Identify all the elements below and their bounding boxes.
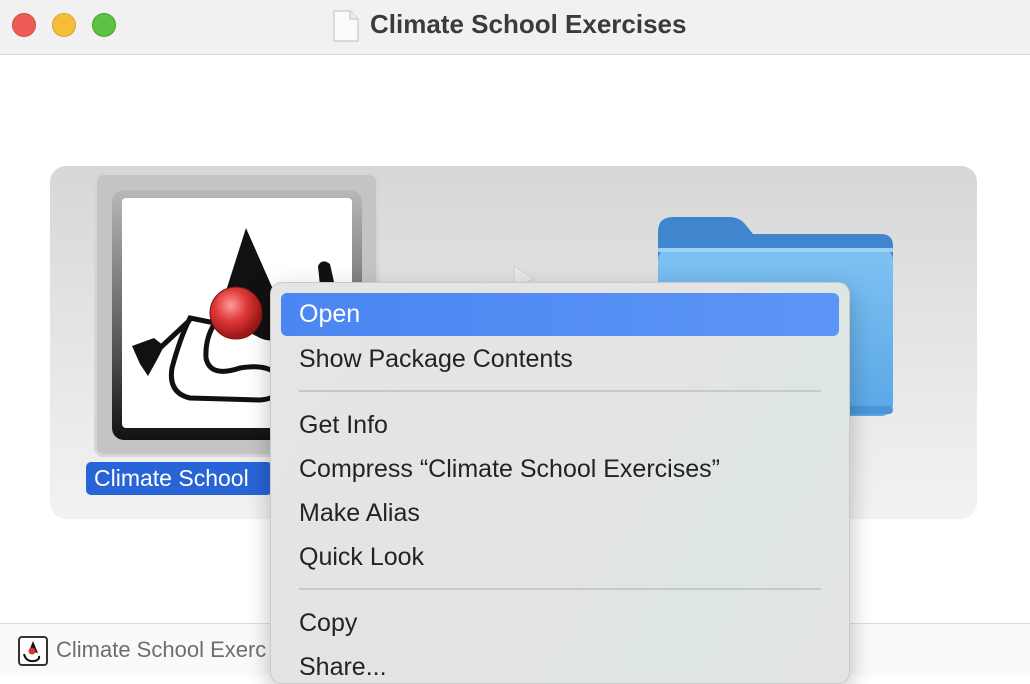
menu-item-open[interactable]: Open [281, 293, 839, 336]
menu-item-make-alias[interactable]: Make Alias [281, 492, 839, 535]
menu-item-compress[interactable]: Compress “Climate School Exercises” [281, 448, 839, 491]
java-duke-small-icon [18, 636, 48, 666]
menu-separator [299, 390, 821, 392]
menu-item-copy[interactable]: Copy [281, 602, 839, 645]
minimize-button[interactable] [52, 13, 76, 37]
status-path-text: Climate School Exerc [56, 637, 267, 662]
menu-item-show-package-contents[interactable]: Show Package Contents [281, 338, 839, 381]
menu-item-share[interactable]: Share... [281, 646, 839, 683]
menu-item-quick-look[interactable]: Quick Look [281, 536, 839, 579]
title-bar: Climate School Exercises [0, 0, 1030, 55]
menu-item-get-info[interactable]: Get Info [281, 404, 839, 447]
menu-separator [299, 588, 821, 590]
window-title: Climate School Exercises [370, 9, 687, 39]
zoom-button[interactable] [92, 13, 116, 37]
close-button[interactable] [12, 13, 36, 37]
context-menu: Open Show Package Contents Get Info Comp… [270, 282, 850, 684]
app-name-label[interactable]: Climate School [86, 462, 272, 495]
document-icon [333, 10, 359, 42]
